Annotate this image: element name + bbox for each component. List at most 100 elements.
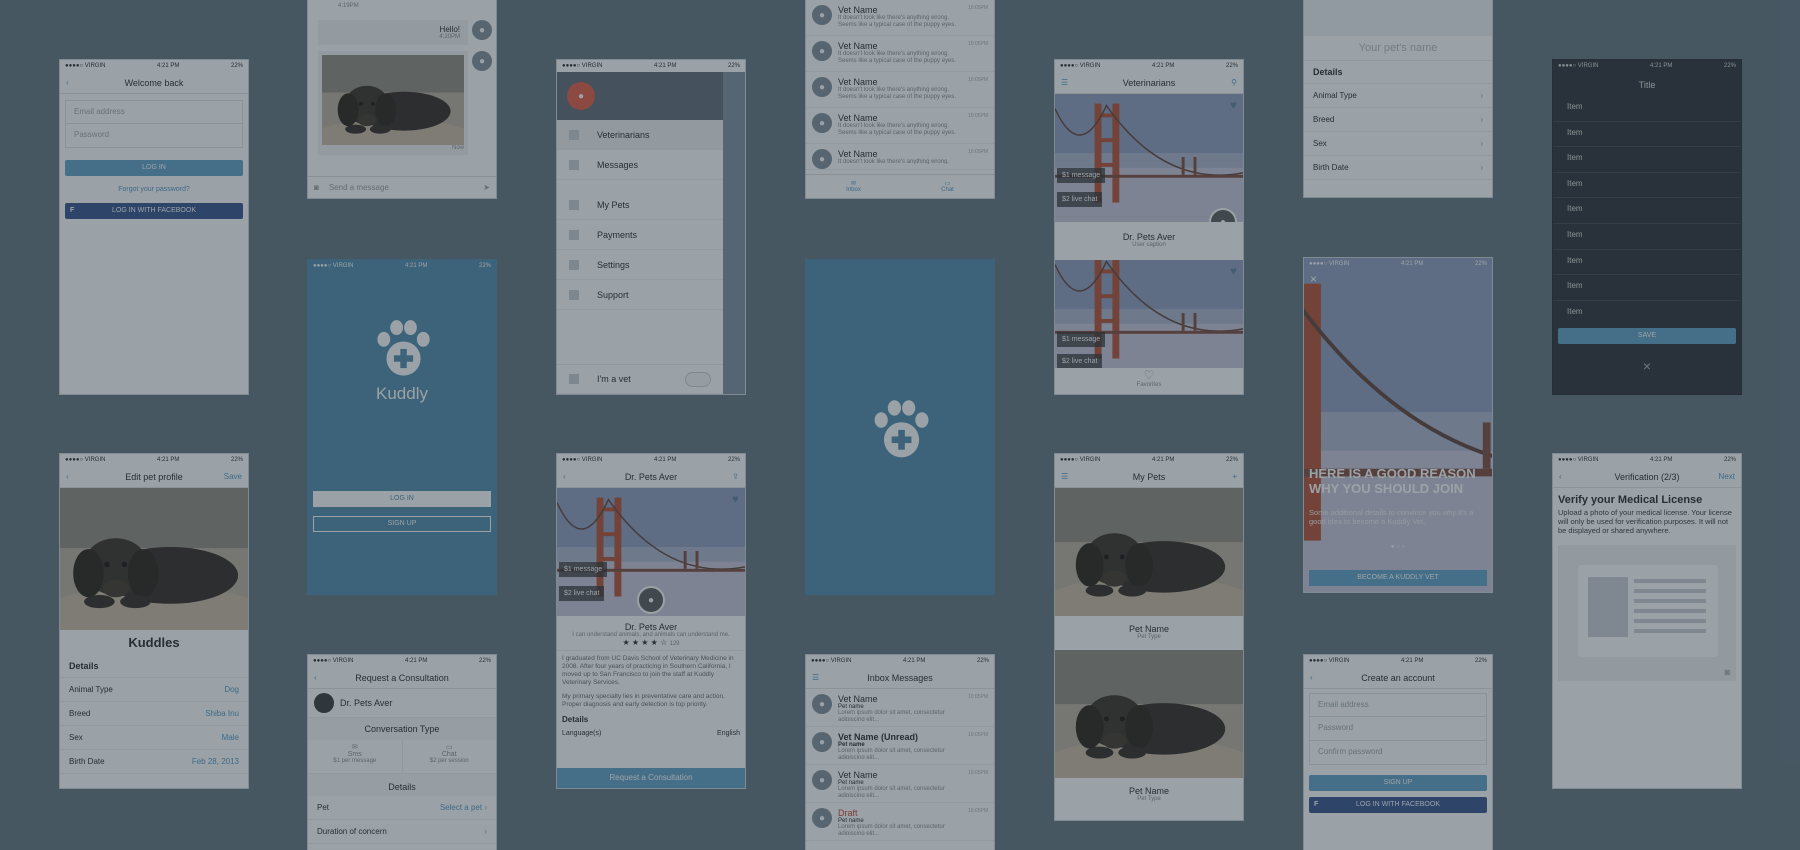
filter-icon[interactable]: ⚲ [1209,78,1237,87]
row-label: Birth Date [1313,163,1349,172]
message-input[interactable]: Send a message [329,183,473,192]
list-item[interactable]: Item [1553,147,1741,173]
login-button[interactable]: LOG IN [313,491,491,507]
user-avatar[interactable]: ● [567,82,595,110]
list-item[interactable]: ● Vet Name It doesn't look like there's an… [806,72,994,108]
tab-inbox[interactable]: ✉ Inbox [846,180,861,193]
request-consultation-button[interactable]: Request a Consultation [557,768,745,788]
menu-item-payments[interactable]: Payments [557,220,723,250]
license-upload-area[interactable]: ◙ [1558,545,1736,681]
facebook-login-button[interactable]: f LOG IN WITH FACEBOOK [1309,797,1487,813]
email-field[interactable]: Email address [65,100,243,124]
favorite-heart-icon[interactable]: ♥ [1230,264,1237,278]
next-button[interactable]: Next [1707,472,1735,481]
save-button[interactable]: Save [214,472,242,481]
close-icon[interactable]: × [1553,358,1741,374]
send-icon[interactable]: ➤ [483,183,490,192]
back-chevron-icon[interactable]: ‹ [1559,472,1587,481]
list-item[interactable]: Item [1553,250,1741,276]
menu-item-support[interactable]: Support [557,280,723,310]
list-item[interactable]: ● Vet Name It doesn't look like there's an… [806,36,994,72]
detail-row-breed[interactable]: Breed › [1304,108,1492,132]
detail-row-sex[interactable]: Sex Male [60,726,248,750]
back-chevron-icon[interactable]: ‹ [563,472,591,481]
confirm-password-field[interactable]: Confirm password [1309,741,1487,765]
status-bar: ●●●●○ VIRGIN 4:21 PM 22% [60,454,248,466]
menu-item-veterinarians[interactable]: Veterinarians [557,120,723,150]
list-item[interactable]: ● Draft Pet name Lorem ipsum dolor sit amet… [806,803,994,841]
list-item[interactable]: Item [1553,96,1741,122]
vet-toggle-switch[interactable] [685,371,711,387]
pet-name-input[interactable]: Your pet's name [1304,36,1492,61]
page-indicator[interactable]: ● ○ ○ [1304,544,1492,550]
camera-icon[interactable]: ◙ [314,183,319,192]
favorite-heart-icon[interactable]: ♥ [732,492,739,506]
detail-row-birth-date[interactable]: Birth Date › [1304,156,1492,180]
chevron-right-icon: › [484,827,487,836]
list-item[interactable]: ● Vet Name It doesn't look like there's an… [806,0,994,36]
sms-option[interactable]: ✉ Sms $1 per message [308,740,403,773]
become-vet-button[interactable]: BECOME A KUDDLY VET [1309,570,1487,586]
forgot-password-link[interactable]: Forgot your password? [60,186,248,193]
list-item[interactable]: Item [1553,173,1741,199]
detail-row-animal-type[interactable]: Animal Type Dog [60,678,248,702]
list-item[interactable]: Item [1553,224,1741,250]
share-icon[interactable]: ⇪ [711,472,739,481]
list-item[interactable]: ● Vet Name It doesn't look like there's an… [806,144,994,170]
email-field[interactable]: Email address [1309,693,1487,717]
facebook-login-button[interactable]: f LOG IN WITH FACEBOOK [65,203,243,219]
list-item[interactable]: Item [1553,301,1741,327]
pet-card-photo[interactable] [1055,650,1243,778]
favorites-heart-icon[interactable]: ♡ [1055,368,1243,382]
signup-button[interactable]: SIGN UP [313,516,491,532]
list-item[interactable]: Item [1553,122,1741,148]
back-chevron-icon[interactable]: ‹ [66,78,94,87]
password-field[interactable]: Password [1309,717,1487,741]
vet-card-photo[interactable]: ♥ $1 message $2 live chat ● [1055,94,1243,222]
pet-select-row[interactable]: Pet Select a pet › [308,796,496,820]
pet-photo[interactable] [60,488,248,630]
message-bubble: Hello! 4:20PM [318,20,468,45]
save-button[interactable]: SAVE [1558,328,1736,345]
duration-row[interactable]: Duration of concern › [308,820,496,844]
menu-item-messages[interactable]: Messages [557,150,723,180]
close-icon[interactable]: × [1310,272,1317,286]
signup-button[interactable]: SIGN UP [1309,775,1487,791]
password-field[interactable]: Password [65,124,243,148]
pet-card-photo[interactable] [1055,488,1243,616]
row-label: Breed [1313,115,1335,124]
detail-row-breed[interactable]: Breed Shiba Inu [60,702,248,726]
menu-item-my-pets[interactable]: My Pets [557,190,723,220]
list-item[interactable]: Item [1553,275,1741,301]
favorite-heart-icon[interactable]: ♥ [1230,98,1237,112]
login-button[interactable]: LOG IN [65,160,243,176]
hamburger-menu-icon[interactable]: ☰ [1061,78,1089,87]
detail-row-animal-type[interactable]: Animal Type › [1304,84,1492,108]
verify-heading: Verify your Medical License [1558,494,1703,506]
message-time: 10:05PM [967,149,988,155]
list-item[interactable]: ● Vet Name (Unread) Pet name Lorem ipsum do… [806,727,994,765]
status-bar: ●●●●○ VIRGIN 4:21 PM 22% [1553,60,1741,72]
hamburger-menu-icon[interactable]: ☰ [812,673,840,682]
paw-logo-icon [868,398,934,464]
chat-option[interactable]: ▭ Chat $2 per session [403,740,497,773]
message-preview: It doesn't look like there's anything wr… [838,51,957,64]
menu-item-settings[interactable]: Settings [557,250,723,280]
image-message[interactable]: Now [318,51,468,155]
vet-card-photo[interactable]: ♥ $1 message $2 live chat [1055,260,1243,368]
detail-row-sex[interactable]: Sex › [1304,132,1492,156]
back-chevron-icon[interactable]: ‹ [66,472,94,481]
list-item[interactable]: ● Vet Name It doesn't look like there's an… [806,108,994,144]
nav-bar: ‹ Welcome back [60,72,248,94]
detail-row-birth-date[interactable]: Birth Date Feb 28, 2013 [60,750,248,774]
tab-chat[interactable]: ▭ Chat [941,180,954,193]
list-item[interactable]: Item [1553,198,1741,224]
list-item[interactable]: ● Vet Name Pet name Lorem ipsum dolor sit a… [806,689,994,727]
add-pet-icon[interactable]: + [1209,472,1237,481]
back-chevron-icon[interactable]: ‹ [1310,673,1338,682]
nav-bar: ☰ Veterinarians ⚲ [1055,72,1243,94]
hamburger-menu-icon[interactable]: ☰ [1061,472,1089,481]
camera-icon[interactable]: ◙ [1725,667,1730,677]
back-chevron-icon[interactable]: ‹ [314,673,342,682]
list-item[interactable]: ● Vet Name Pet name Lorem ipsum dolor sit a… [806,765,994,803]
